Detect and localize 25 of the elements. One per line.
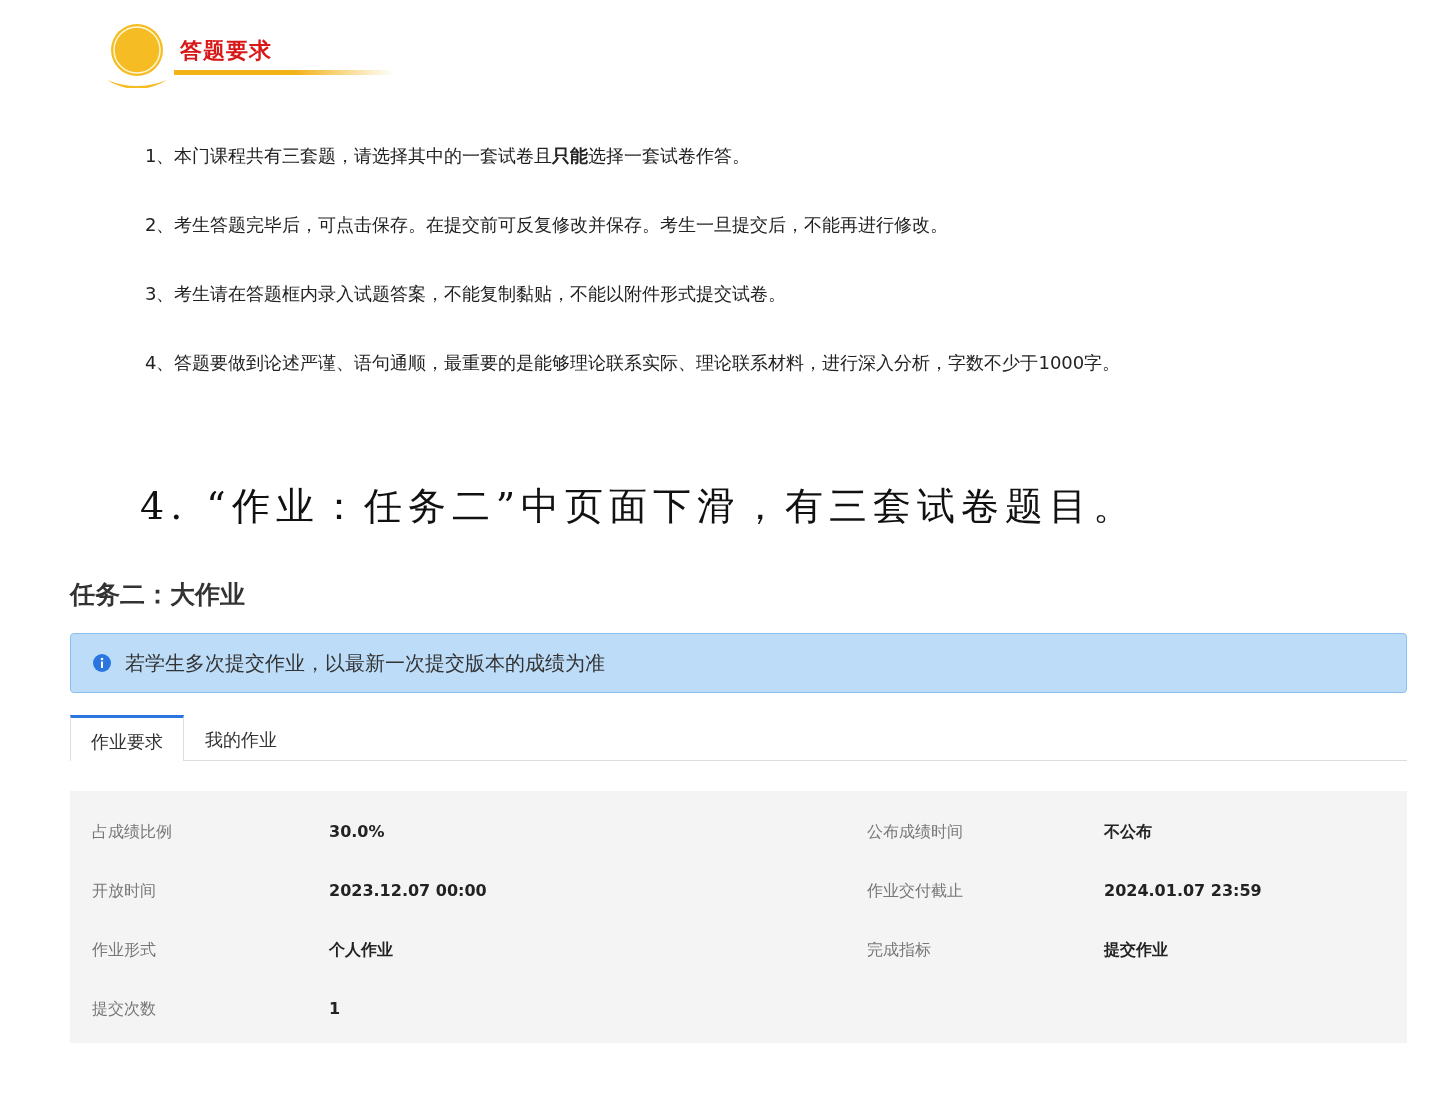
tab[interactable]: 我的作业 — [184, 715, 298, 761]
section-title: 答题要求 — [179, 37, 273, 65]
detail-label: 提交次数 — [92, 998, 157, 1019]
detail-label: 作业交付截止 — [867, 880, 964, 901]
rule-paragraph: 3、考生请在答题框内录入试题答案，不能复制黏贴，不能以附件形式提交试卷。 — [144, 282, 788, 306]
task-title: 任务二：大作业 — [70, 579, 246, 611]
detail-value: 提交作业 — [1104, 939, 1169, 960]
detail-value: 30.0% — [329, 821, 386, 842]
rule-paragraph: 4、答题要做到论述严谨、语句通顺，最重要的是能够理论联系实际、理论联系材料，进行深入分析，字数不少于1000字。 — [144, 351, 1122, 375]
detail-label: 开放时间 — [92, 880, 157, 901]
detail-label: 公布成绩时间 — [867, 821, 964, 842]
detail-value: 不公布 — [1104, 821, 1153, 842]
detail-value: 2023.12.07 00:00 — [329, 880, 488, 901]
detail-label: 完成指标 — [867, 939, 932, 960]
rule-paragraph: 1、本门课程共有三套题，请选择其中的一套试卷且只能选择一套试卷作答。 — [144, 144, 752, 168]
detail-value: 1 — [329, 998, 342, 1019]
detail-value: 2024.01.07 23:59 — [1104, 880, 1263, 901]
detail-value: 个人作业 — [329, 939, 394, 960]
rule-paragraph: 2、考生答题完毕后，可点击保存。在提交前可反复修改并保存。考生一旦提交后，不能再进行修改。 — [144, 213, 950, 237]
info-icon — [93, 654, 111, 672]
notice-text: 若学生多次提交作业，以最新一次提交版本的成绩为准 — [125, 649, 605, 677]
step-caption: 4. “作业：任务二”中页面下滑，有三套试卷题目。 — [140, 483, 1139, 530]
detail-label: 作业形式 — [92, 939, 157, 960]
tab[interactable]: 作业要求 — [70, 715, 184, 761]
detail-label: 占成绩比例 — [92, 821, 173, 842]
